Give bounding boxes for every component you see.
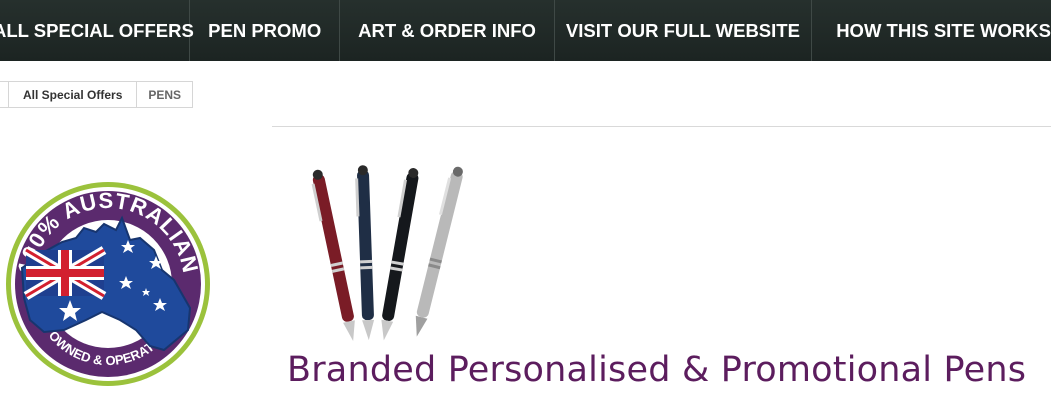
breadcrumb-home[interactable] bbox=[0, 82, 8, 107]
nav-label: ALL SPECIAL OFFERS bbox=[0, 19, 194, 41]
nav-label: VISIT OUR FULL WEBSITE bbox=[565, 19, 800, 41]
top-navigation: ALL SPECIAL OFFERS PEN PROMO ART & ORDER… bbox=[0, 0, 1051, 61]
pen-black-icon bbox=[381, 167, 419, 341]
nav-item-all-special-offers[interactable]: ALL SPECIAL OFFERS bbox=[0, 0, 194, 61]
australian-owned-badge: 100% AUSTRALIAN OWNED & OPERATED bbox=[6, 182, 210, 386]
pen-silver-icon bbox=[415, 166, 463, 337]
pen-navy-icon bbox=[355, 165, 375, 341]
nav-item-pen-promo[interactable]: PEN PROMO bbox=[190, 0, 341, 61]
union-jack-flag-icon bbox=[23, 246, 107, 300]
pens-product-image[interactable] bbox=[300, 160, 490, 350]
page-title: Branded Personalised & Promotional Pens bbox=[287, 350, 1027, 390]
breadcrumb: All Special Offers PENS bbox=[0, 81, 194, 108]
nav-item-visit-full-website[interactable]: VISIT OUR FULL WEBSITE bbox=[555, 0, 813, 61]
nav-label: PEN PROMO bbox=[208, 19, 322, 41]
breadcrumb-all-special-offers[interactable]: All Special Offers bbox=[8, 82, 136, 107]
divider bbox=[272, 126, 1051, 127]
nav-label: ART & ORDER INFO bbox=[358, 19, 536, 41]
nav-item-art-order-info[interactable]: ART & ORDER INFO bbox=[340, 0, 555, 61]
nav-item-how-this-site-works[interactable]: HOW THIS SITE WORKS bbox=[812, 0, 1051, 61]
breadcrumb-current-pens: PENS bbox=[136, 82, 192, 107]
nav-label: HOW THIS SITE WORKS bbox=[836, 19, 1051, 41]
pen-burgundy-icon bbox=[311, 169, 355, 342]
